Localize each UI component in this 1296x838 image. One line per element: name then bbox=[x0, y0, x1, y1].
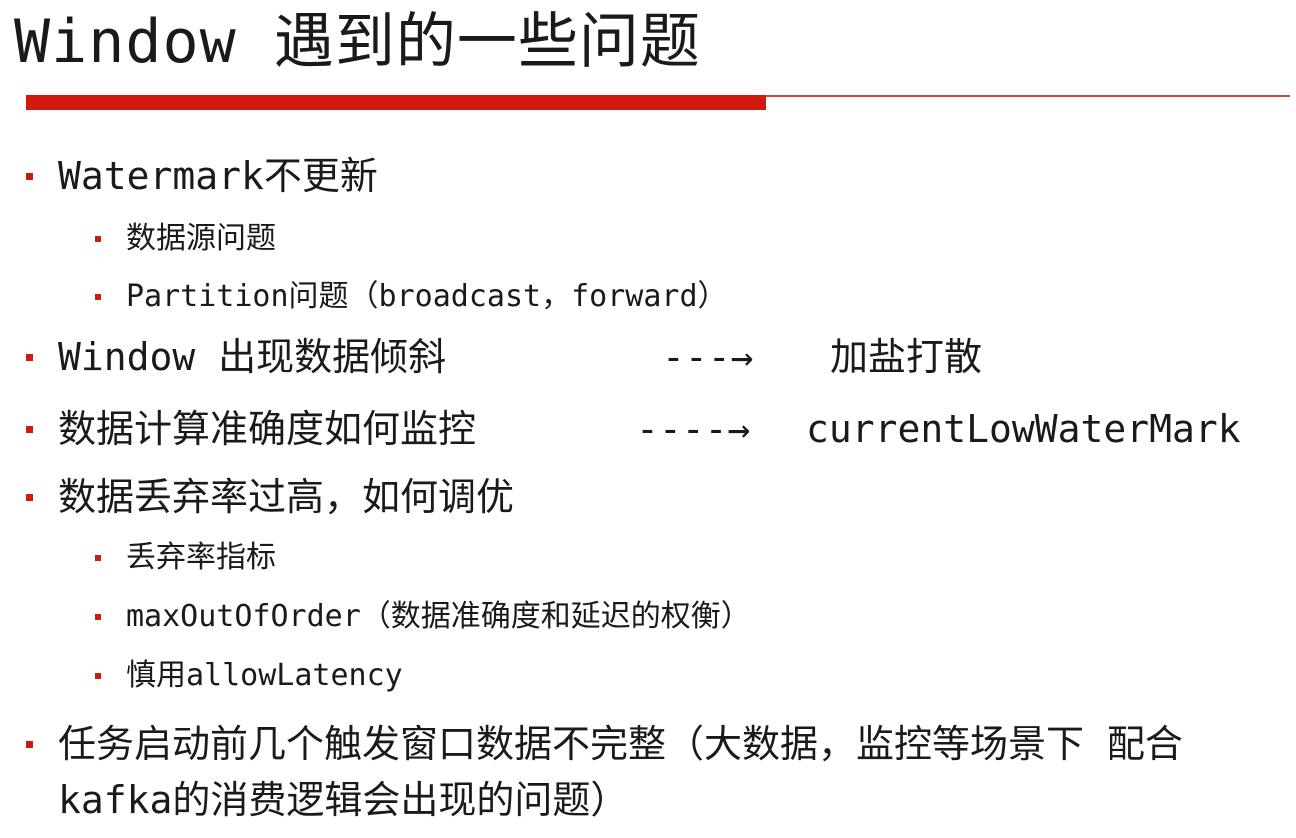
bullet-result: 加盐打散 bbox=[830, 335, 983, 379]
bullet-marker bbox=[95, 294, 101, 300]
bullet-text: maxOutOfOrder（数据准确度和延迟的权衡） bbox=[126, 599, 751, 634]
bullet-text: Watermark不更新 bbox=[58, 154, 378, 198]
sub-bullet-allow-latency: 慎用allowLatency bbox=[95, 656, 403, 696]
bullet-startup-windows: 任务启动前几个触发窗口数据不完整（大数据，监控等场景下 配合kafka的消费逻辑… bbox=[26, 716, 1273, 828]
bullet-marker bbox=[95, 236, 101, 242]
bullet-marker bbox=[26, 494, 33, 501]
arrow-icon: ----→ bbox=[636, 407, 751, 451]
bullet-marker bbox=[95, 614, 101, 620]
bullet-text: 慎用allowLatency bbox=[126, 658, 403, 693]
bullet-text: 数据计算准确度如何监控 bbox=[58, 407, 477, 451]
bullet-marker bbox=[95, 555, 101, 561]
bullet-drop-rate: 数据丢弃率过高，如何调优 bbox=[26, 473, 515, 521]
sub-bullet-max-out-of-order: maxOutOfOrder（数据准确度和延迟的权衡） bbox=[95, 597, 751, 637]
sub-bullet-data-source: 数据源问题 bbox=[95, 219, 276, 259]
bullet-marker bbox=[95, 673, 101, 679]
title-underline-thin bbox=[766, 95, 1290, 97]
sub-bullet-drop-metric: 丢弃率指标 bbox=[95, 538, 276, 578]
arrow-icon: ---→ bbox=[662, 335, 754, 379]
sub-bullet-partition: Partition问题（broadcast，forward） bbox=[95, 277, 728, 317]
bullet-text: 数据丢弃率过高，如何调优 bbox=[58, 475, 515, 519]
bullet-accuracy-monitor: 数据计算准确度如何监控 bbox=[26, 405, 477, 453]
bullet-text: Partition问题（broadcast，forward） bbox=[126, 279, 728, 314]
bullet-text: 数据源问题 bbox=[126, 221, 276, 256]
bullet-text: 任务启动前几个触发窗口数据不完整（大数据，监控等场景下 配合kafka的消费逻辑… bbox=[58, 722, 1183, 822]
bullet-result: currentLowWaterMark bbox=[806, 407, 1241, 451]
bullet-window-skew: Window 出现数据倾斜 bbox=[26, 333, 447, 381]
bullet-marker bbox=[26, 354, 33, 361]
bullet-marker bbox=[26, 426, 33, 433]
bullet-marker bbox=[26, 741, 33, 748]
bullet-watermark: Watermark不更新 bbox=[26, 152, 378, 200]
bullet-text: Window 出现数据倾斜 bbox=[58, 335, 447, 379]
bullet-text: 丢弃率指标 bbox=[126, 540, 276, 575]
bullet-marker bbox=[26, 173, 33, 180]
slide-title: Window 遇到的一些问题 bbox=[14, 7, 701, 77]
title-underline-thick bbox=[26, 95, 766, 110]
